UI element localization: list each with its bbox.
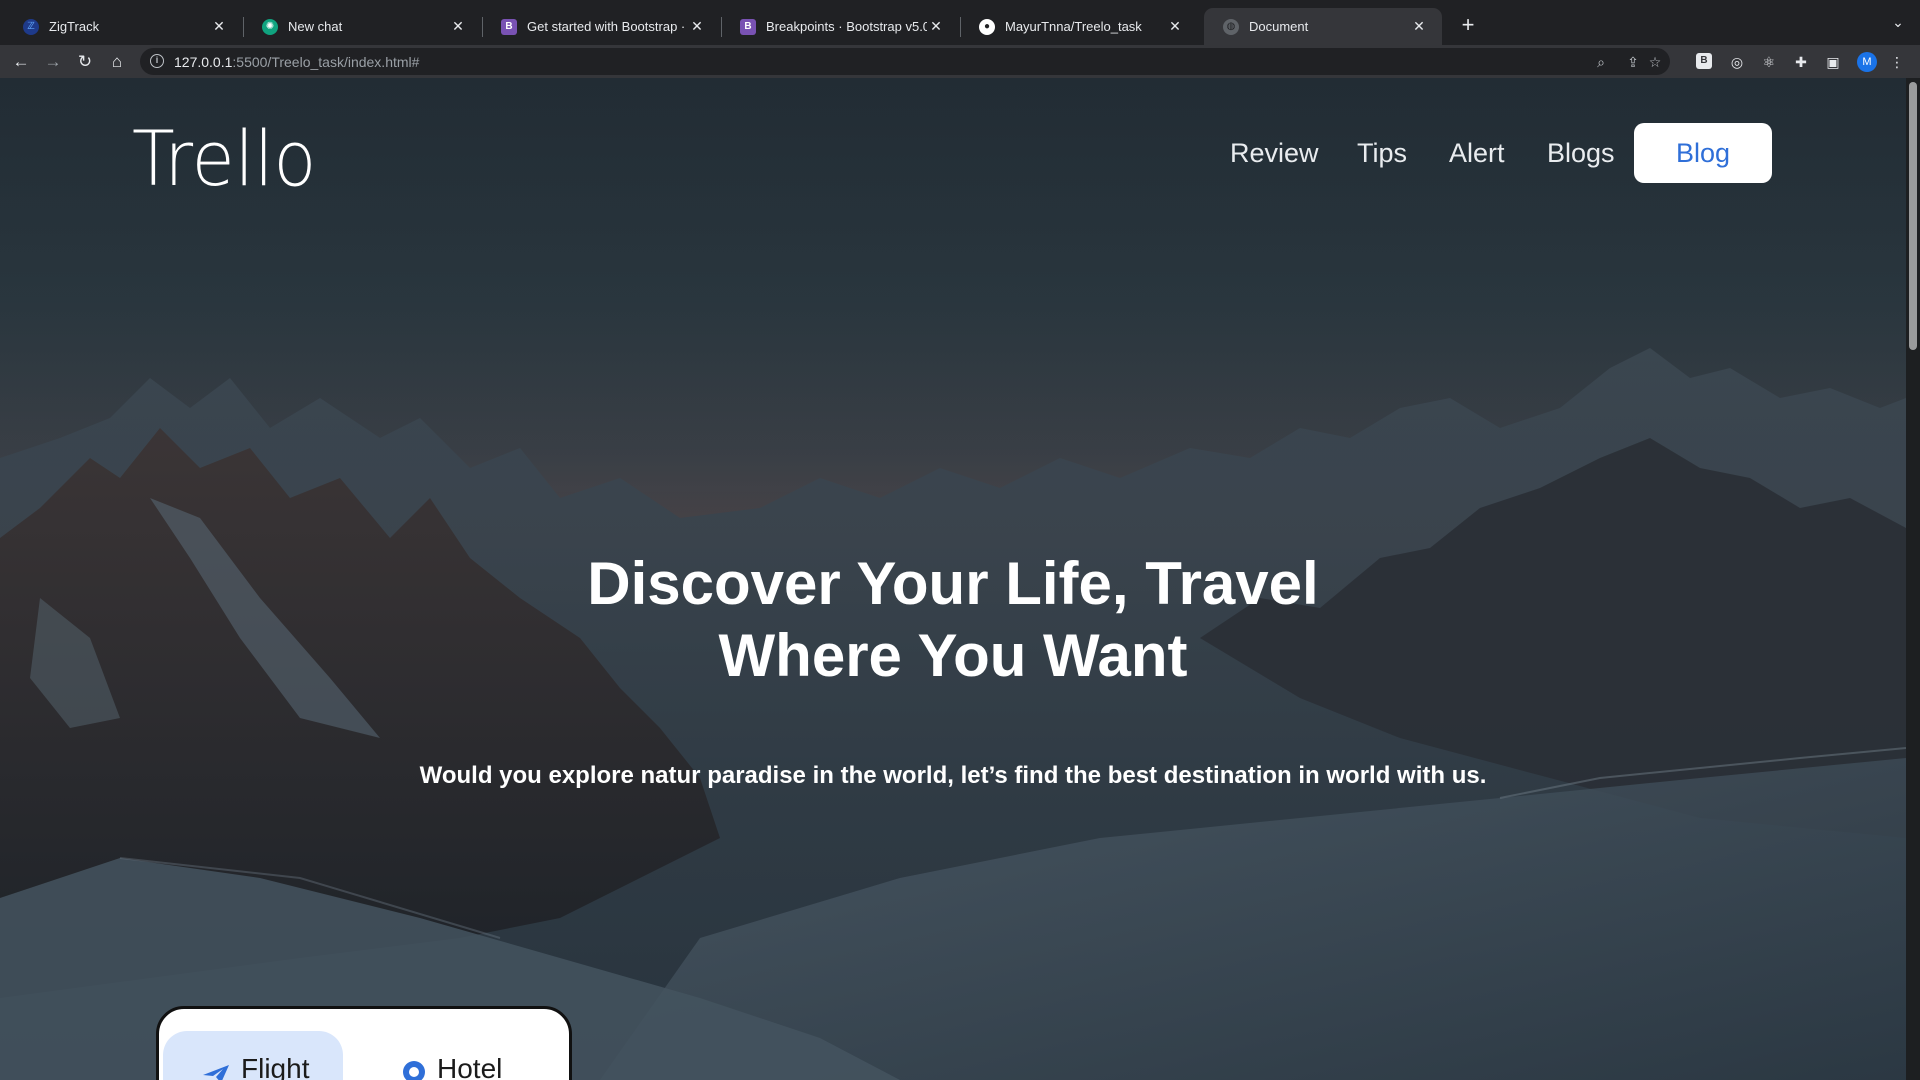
bootstrap-favicon-icon: B (740, 18, 756, 35)
browser-tab-bootstrap-start[interactable]: B Get started with Bootstrap · Bo ✕ (482, 8, 720, 45)
globe-favicon-icon: ◍ (1223, 18, 1239, 35)
page-viewport: Trello Review Tips Alert Blogs Blog Disc… (0, 78, 1906, 1080)
tab-hotel-label: Hotel (437, 1053, 503, 1080)
booking-card: Flight Hotel (156, 1006, 572, 1080)
nav-link-alert[interactable]: Alert (1449, 138, 1505, 169)
tab-flight-label: Flight (241, 1053, 310, 1080)
browser-tab-new-chat[interactable]: ✺ New chat ✕ (243, 8, 481, 45)
tab-flight[interactable]: Flight (163, 1031, 343, 1080)
nav-link-tips[interactable]: Tips (1357, 138, 1407, 169)
zigtrack-favicon-icon: ℤ (23, 18, 39, 35)
scrollbar-thumb[interactable] (1909, 82, 1917, 350)
site-logo[interactable]: Trello (132, 114, 316, 203)
tab-title: Document (1249, 19, 1309, 34)
close-icon[interactable]: ✕ (210, 18, 228, 35)
react-extension-icon[interactable]: ⚛ (1760, 53, 1778, 71)
hero-title-line-1: Discover Your Life, Travel (587, 550, 1319, 617)
blog-button[interactable]: Blog (1634, 123, 1772, 183)
new-tab-plus-icon[interactable]: + (1454, 12, 1482, 40)
site-info-icon[interactable]: i (150, 54, 164, 68)
zoom-icon[interactable]: ⌕ (1592, 53, 1610, 71)
bootstrap-extension-icon[interactable]: B (1696, 53, 1712, 69)
close-icon[interactable]: ✕ (688, 18, 706, 35)
close-icon[interactable]: ✕ (927, 18, 945, 35)
hero-title: Discover Your Life, Travel Where You Wan… (0, 548, 1906, 692)
target-extension-icon[interactable]: ◎ (1728, 53, 1746, 71)
tab-hotel[interactable]: Hotel (399, 1031, 549, 1080)
browser-tab-zigtrack[interactable]: ℤ ZigTrack ✕ (4, 8, 242, 45)
hero-subtitle: Would you explore natur paradise in the … (419, 762, 1487, 789)
browser-tab-strip: ℤ ZigTrack ✕ ✺ New chat ✕ B Get started … (0, 0, 1920, 45)
close-icon[interactable]: ✕ (449, 18, 467, 35)
close-icon[interactable]: ✕ (1410, 18, 1428, 35)
reload-icon[interactable]: ↻ (72, 49, 98, 75)
bookmark-star-icon[interactable]: ☆ (1646, 53, 1664, 71)
share-icon[interactable]: ⇪ (1624, 53, 1642, 71)
hotel-icon (403, 1061, 425, 1080)
address-bar[interactable]: i 127.0.0.1:5500/Treelo_task/index.html#… (140, 48, 1670, 75)
tab-title: Breakpoints · Bootstrap v5.0 (766, 19, 927, 34)
tab-title: MayurTnna/Treelo_task (1005, 19, 1142, 34)
profile-avatar[interactable]: M (1857, 52, 1877, 72)
url-text: 127.0.0.1:5500/Treelo_task/index.html# (174, 54, 419, 70)
home-icon[interactable]: ⌂ (104, 49, 130, 75)
back-arrow-icon[interactable]: ← (8, 49, 34, 75)
tab-title: New chat (288, 19, 343, 34)
browser-tab-document[interactable]: ◍ Document ✕ (1204, 8, 1442, 45)
url-host: 127.0.0.1 (174, 54, 233, 70)
bootstrap-favicon-icon: B (501, 18, 517, 35)
close-icon[interactable]: ✕ (1166, 18, 1184, 35)
tab-search-chevron-icon[interactable]: ⌄ (1888, 14, 1908, 34)
kebab-menu-icon[interactable]: ⋮ (1888, 53, 1906, 71)
browser-tab-github[interactable]: ● MayurTnna/Treelo_task ✕ (960, 8, 1198, 45)
page-scrollbar[interactable] (1906, 78, 1920, 1080)
airplane-icon (203, 1065, 229, 1080)
github-favicon-icon: ● (979, 18, 995, 35)
nav-link-review[interactable]: Review (1230, 138, 1319, 169)
tab-title: ZigTrack (49, 19, 100, 34)
forward-arrow-icon[interactable]: → (40, 49, 66, 75)
browser-toolbar: ← → ↻ ⌂ i 127.0.0.1:5500/Treelo_task/ind… (0, 45, 1920, 78)
chatgpt-favicon-icon: ✺ (262, 18, 278, 35)
nav-link-blogs[interactable]: Blogs (1547, 138, 1615, 169)
extensions-puzzle-icon[interactable]: ✚ (1792, 53, 1810, 71)
side-panel-icon[interactable]: ▣ (1824, 53, 1842, 71)
hero-title-line-2: Where You Want (718, 622, 1188, 689)
browser-tab-bootstrap-breakpoints[interactable]: B Breakpoints · Bootstrap v5.0 ✕ (721, 8, 959, 45)
url-path: :5500/Treelo_task/index.html# (232, 54, 420, 70)
tab-title: Get started with Bootstrap · Bo (527, 19, 688, 34)
